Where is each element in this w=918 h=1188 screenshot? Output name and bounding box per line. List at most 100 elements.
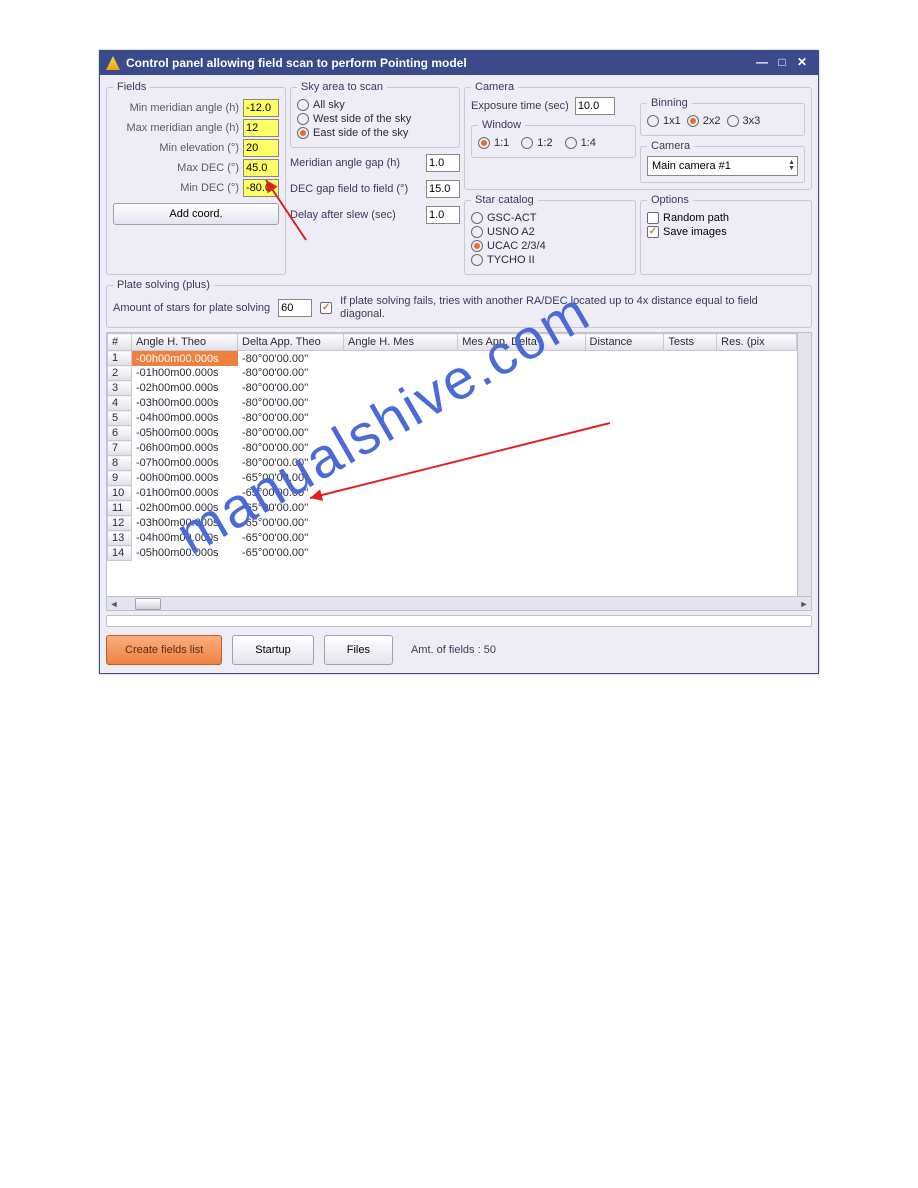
angle-h-theo-cell: -06h00m00.000s (132, 441, 238, 456)
table-row[interactable]: 10-01h00m00.000s-65°00'00.00'' (108, 486, 797, 501)
table-row[interactable]: 1-00h00m00.000s-80°00'00.00'' (108, 351, 797, 366)
gsc-radio[interactable] (471, 212, 483, 224)
app-window: Control panel allowing field scan to per… (99, 50, 819, 674)
bin-1x1-radio[interactable] (647, 115, 659, 127)
empty-cell (585, 366, 664, 381)
column-header[interactable]: Angle H. Theo (132, 334, 238, 351)
bin-3x3-label: 3x3 (743, 115, 761, 127)
vertical-scrollbar[interactable] (797, 333, 811, 596)
delta-app-theo-cell: -80°00'00.00'' (238, 456, 344, 471)
window-legend: Window (478, 119, 525, 131)
maximize-button[interactable]: □ (772, 55, 792, 71)
column-header[interactable]: Angle H. Mes (344, 334, 458, 351)
catalog-legend: Star catalog (471, 194, 538, 206)
scroll-right-icon[interactable]: ► (797, 599, 811, 609)
sky-area-group: Sky area to scan All sky West side of th… (290, 81, 460, 148)
empty-cell (717, 531, 797, 546)
win-14-radio[interactable] (565, 137, 577, 149)
max-mer-label: Max meridian angle (h) (113, 122, 239, 134)
west-sky-radio[interactable] (297, 113, 309, 125)
row-index: 7 (108, 441, 132, 456)
angle-h-theo-cell: -03h00m00.000s (132, 516, 238, 531)
empty-cell (664, 366, 717, 381)
camera-combo[interactable]: Main camera #1 ▲▼ (647, 156, 798, 176)
empty-cell (458, 441, 585, 456)
random-path-checkbox[interactable] (647, 212, 659, 224)
empty-cell (664, 351, 717, 366)
delay-input[interactable] (426, 206, 460, 224)
empty-cell (717, 516, 797, 531)
exposure-input[interactable] (575, 97, 615, 115)
table-row[interactable]: 6-05h00m00.000s-80°00'00.00'' (108, 426, 797, 441)
min-dec-input[interactable] (243, 179, 279, 197)
column-header[interactable]: Tests (664, 334, 717, 351)
table-row[interactable]: 5-04h00m00.000s-80°00'00.00'' (108, 411, 797, 426)
add-coord-button[interactable]: Add coord. (113, 203, 279, 225)
table-row[interactable]: 4-03h00m00.000s-80°00'00.00'' (108, 396, 797, 411)
empty-cell (458, 471, 585, 486)
usno-radio[interactable] (471, 226, 483, 238)
fields-legend: Fields (113, 81, 150, 93)
save-images-checkbox[interactable] (647, 226, 659, 238)
camera-select-legend: Camera (647, 140, 694, 152)
empty-cell (664, 546, 717, 561)
column-header[interactable]: Distance (585, 334, 664, 351)
files-button[interactable]: Files (324, 635, 393, 665)
table-row[interactable]: 7-06h00m00.000s-80°00'00.00'' (108, 441, 797, 456)
delta-app-theo-cell: -80°00'00.00'' (238, 426, 344, 441)
bin-1x1-label: 1x1 (663, 115, 681, 127)
delta-app-theo-cell: -65°00'00.00'' (238, 486, 344, 501)
table-row[interactable]: 8-07h00m00.000s-80°00'00.00'' (108, 456, 797, 471)
table-row[interactable]: 3-02h00m00.000s-80°00'00.00'' (108, 381, 797, 396)
empty-cell (664, 486, 717, 501)
plate-solving-group: Plate solving (plus) Amount of stars for… (106, 279, 812, 328)
scroll-thumb[interactable] (135, 598, 161, 610)
delta-app-theo-cell: -65°00'00.00'' (238, 531, 344, 546)
table-row[interactable]: 12-03h00m00.000s-65°00'00.00'' (108, 516, 797, 531)
east-sky-radio[interactable] (297, 127, 309, 139)
delta-app-theo-cell: -80°00'00.00'' (238, 411, 344, 426)
window-group: Window 1:1 1:2 1:4 (471, 119, 636, 158)
row-index: 14 (108, 546, 132, 561)
table-row[interactable]: 9-00h00m00.000s-65°00'00.00'' (108, 471, 797, 486)
plate-retry-checkbox[interactable] (320, 302, 332, 314)
camera-combo-value: Main camera #1 (652, 160, 731, 172)
row-index: 9 (108, 471, 132, 486)
empty-cell (344, 486, 458, 501)
table-row[interactable]: 11-02h00m00.000s-65°00'00.00'' (108, 501, 797, 516)
column-header[interactable]: Mes App. Delta (458, 334, 585, 351)
all-sky-radio[interactable] (297, 99, 309, 111)
column-header[interactable]: Res. (pix (717, 334, 797, 351)
random-path-label: Random path (663, 212, 729, 224)
bin-2x2-radio[interactable] (687, 115, 699, 127)
min-mer-input[interactable] (243, 99, 279, 117)
mer-gap-input[interactable] (426, 154, 460, 172)
empty-cell (344, 531, 458, 546)
close-button[interactable]: ✕ (792, 55, 812, 71)
plate-stars-input[interactable] (278, 299, 312, 317)
bin-3x3-radio[interactable] (727, 115, 739, 127)
table-row[interactable]: 2-01h00m00.000s-80°00'00.00'' (108, 366, 797, 381)
max-dec-input[interactable] (243, 159, 279, 177)
camera-select-group: Camera Main camera #1 ▲▼ (640, 140, 805, 183)
minimize-button[interactable]: — (752, 55, 772, 71)
create-fields-button[interactable]: Create fields list (106, 635, 222, 665)
dec-gap-input[interactable] (426, 180, 460, 198)
column-header[interactable]: Delta App. Theo (238, 334, 344, 351)
column-header[interactable]: # (108, 334, 132, 351)
empty-cell (458, 501, 585, 516)
empty-cell (664, 411, 717, 426)
delta-app-theo-cell: -65°00'00.00'' (238, 516, 344, 531)
tycho-radio[interactable] (471, 254, 483, 266)
win-11-radio[interactable] (478, 137, 490, 149)
ucac-radio[interactable] (471, 240, 483, 252)
table-row[interactable]: 13-04h00m00.000s-65°00'00.00'' (108, 531, 797, 546)
win-12-radio[interactable] (521, 137, 533, 149)
dec-gap-label: DEC gap field to field (°) (290, 183, 408, 195)
max-mer-input[interactable] (243, 119, 279, 137)
table-row[interactable]: 14-05h00m00.000s-65°00'00.00'' (108, 546, 797, 561)
min-el-input[interactable] (243, 139, 279, 157)
horizontal-scrollbar[interactable]: ◄ ► (107, 596, 811, 610)
startup-button[interactable]: Startup (232, 635, 313, 665)
scroll-left-icon[interactable]: ◄ (107, 599, 121, 609)
